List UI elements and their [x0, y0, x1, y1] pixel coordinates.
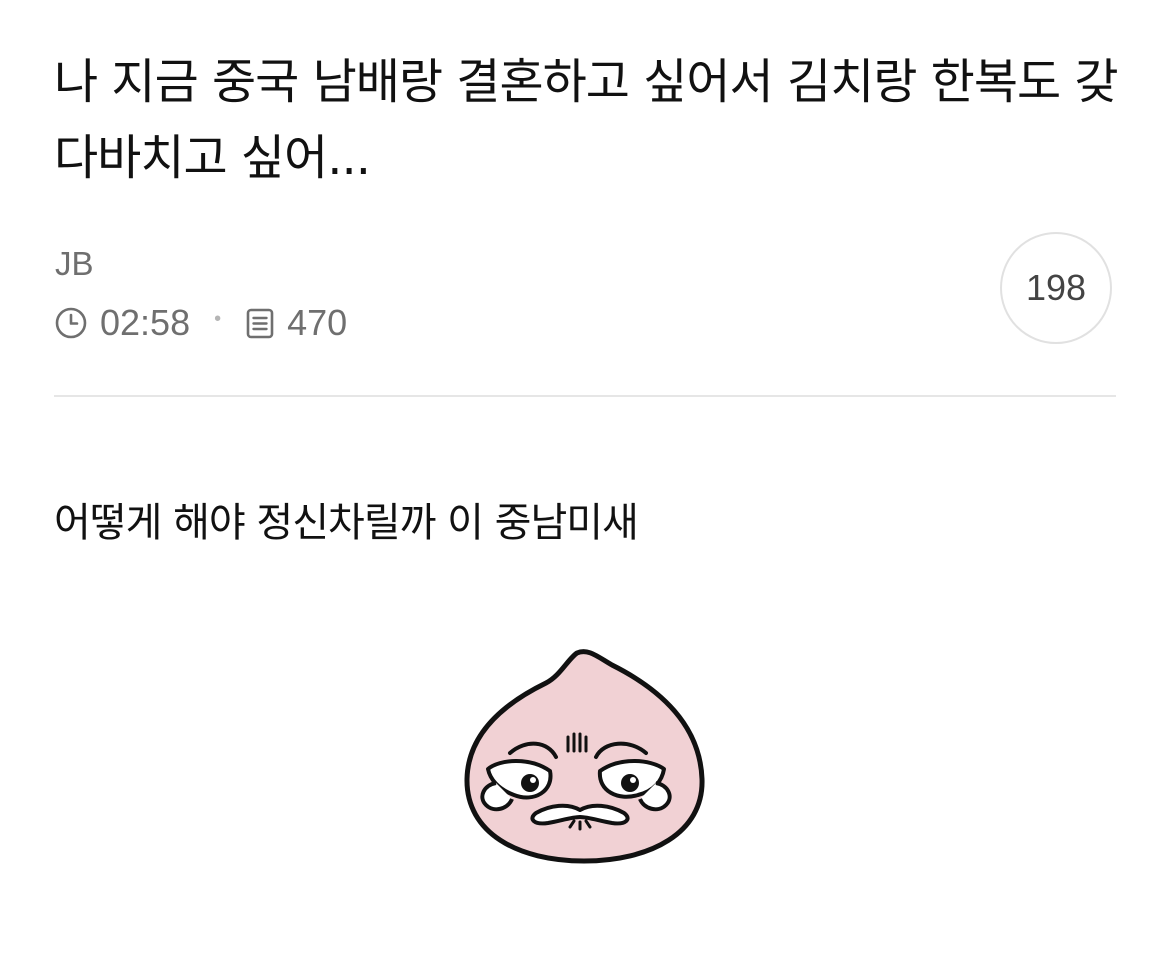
post-body: 어떻게 해야 정신차릴까 이 중남미새: [54, 500, 639, 546]
meta-separator: •: [214, 307, 222, 330]
comment-count-button[interactable]: 198: [1000, 232, 1112, 344]
post-time: 02:58: [100, 302, 191, 343]
clock-icon: [54, 306, 88, 340]
post-meta: 02:58 • 470: [54, 302, 347, 344]
document-icon: [243, 306, 277, 340]
view-count: 470: [287, 302, 348, 343]
divider: [54, 395, 1116, 397]
author-name[interactable]: JB: [55, 244, 94, 284]
crying-peach-sticker: [460, 645, 710, 870]
post-title: 나 지금 중국 남배랑 결혼하고 싶어서 김치랑 한복도 갖다바치고 싶어...: [54, 54, 1119, 186]
